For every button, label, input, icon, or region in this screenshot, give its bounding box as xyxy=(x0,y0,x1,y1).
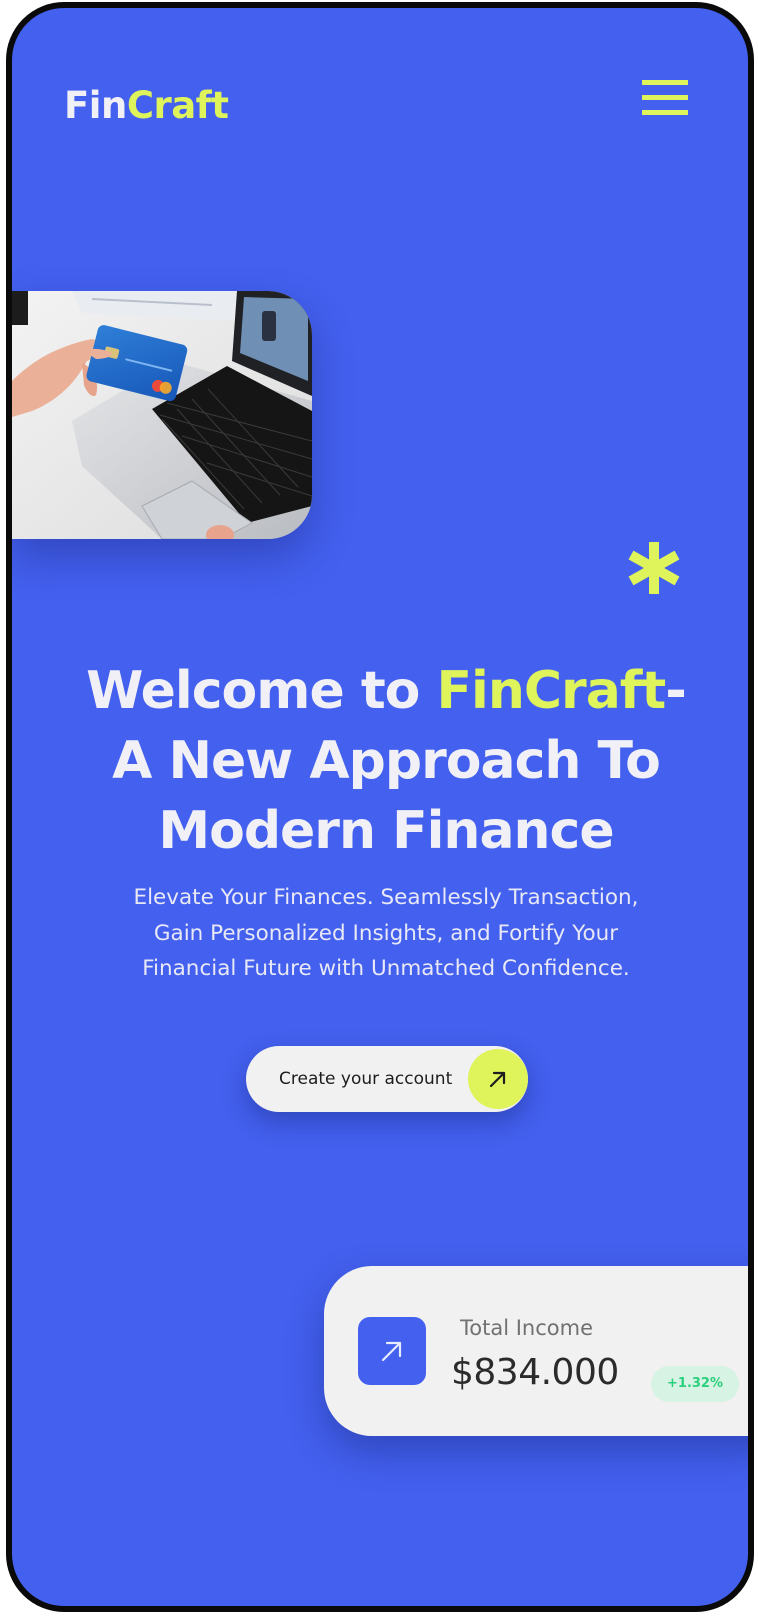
menu-bar xyxy=(642,110,688,115)
description-line: Financial Future with Unmatched Confiden… xyxy=(142,956,630,981)
hamburger-menu-icon[interactable] xyxy=(642,77,688,119)
menu-bar xyxy=(642,95,688,100)
headline-brand: FinCraft xyxy=(436,661,667,721)
description-line: Gain Personalized Insights, and Fortify … xyxy=(153,920,619,946)
logo-text-fin: Fin xyxy=(64,84,127,127)
asterisk-icon xyxy=(626,538,682,598)
arrow-up-right-icon xyxy=(468,1049,528,1109)
headline-dash: - xyxy=(665,661,687,721)
arrow-up-right-icon xyxy=(358,1317,426,1385)
hero-description: Elevate Your Finances. Seamlessly Transa… xyxy=(72,880,700,987)
total-income-card: Total Income $834.000 +1.32% xyxy=(324,1266,748,1436)
menu-bar xyxy=(642,80,688,85)
phone-frame: FinCraft Welcome to FinCraft- A New Appr… xyxy=(6,2,754,1612)
create-account-button[interactable]: Create your account xyxy=(246,1046,528,1112)
logo-text-craft: Craft xyxy=(126,84,229,127)
credit-card-laptop-photo xyxy=(12,291,312,539)
total-income-label: Total Income xyxy=(460,1316,593,1340)
headline-line3: Modern Finance xyxy=(158,801,614,861)
logo[interactable]: FinCraft xyxy=(64,84,229,127)
headline-intro: Welcome to xyxy=(86,661,437,721)
income-change-badge: +1.32% xyxy=(651,1366,739,1402)
total-income-value: $834.000 xyxy=(451,1352,619,1393)
hero-image xyxy=(12,291,312,539)
create-account-label: Create your account xyxy=(279,1069,453,1089)
headline-line2: A New Approach To xyxy=(112,731,661,791)
hero-headline: Welcome to FinCraft- A New Approach To Mod… xyxy=(52,656,720,866)
description-line: Elevate Your Finances. Seamlessly Transa… xyxy=(133,885,639,910)
